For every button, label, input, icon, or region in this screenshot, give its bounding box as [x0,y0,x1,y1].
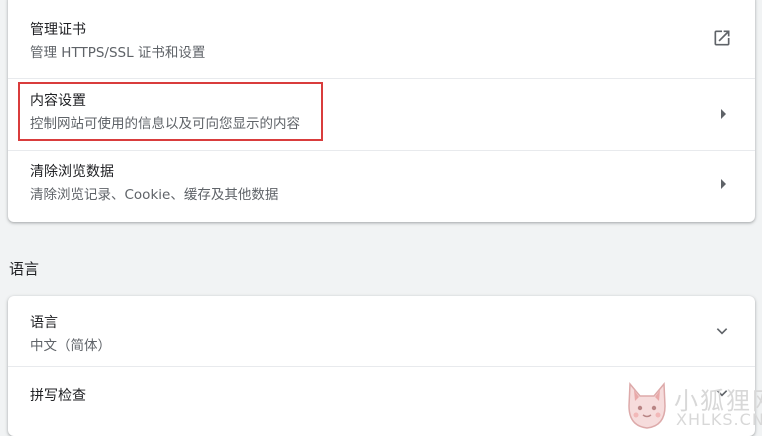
clear-browsing-data-title: 清除浏览数据 [30,164,114,180]
clear-browsing-data-row[interactable]: 清除浏览数据 清除浏览记录、Cookie、缓存及其他数据 [8,151,755,222]
language-row-title: 语言 [30,315,58,331]
manage-certificates-subtitle: 管理 HTTPS/SSL 证书和设置 [30,45,206,61]
open-in-new-icon[interactable] [712,28,732,48]
manage-certificates-title: 管理证书 [30,22,86,38]
language-row[interactable]: 语言 中文（简体） [8,296,755,366]
spell-check-title: 拼写检查 [30,388,86,404]
language-section-heading: 语言 [9,260,40,278]
watermark: 小狐狸网 XHLKS.CN [624,380,762,431]
fox-logo-icon [628,382,666,429]
watermark-subtitle: XHLKS.CN [676,410,762,429]
clear-browsing-data-subtitle: 清除浏览记录、Cookie、缓存及其他数据 [30,187,279,203]
language-row-subtitle: 中文（简体） [30,338,111,354]
chevron-down-icon[interactable] [714,323,730,339]
chevron-right-icon [721,109,726,119]
chevron-right-icon [721,179,726,189]
highlight-box [18,82,323,141]
manage-certificates-row[interactable]: 管理证书 管理 HTTPS/SSL 证书和设置 [8,0,755,78]
